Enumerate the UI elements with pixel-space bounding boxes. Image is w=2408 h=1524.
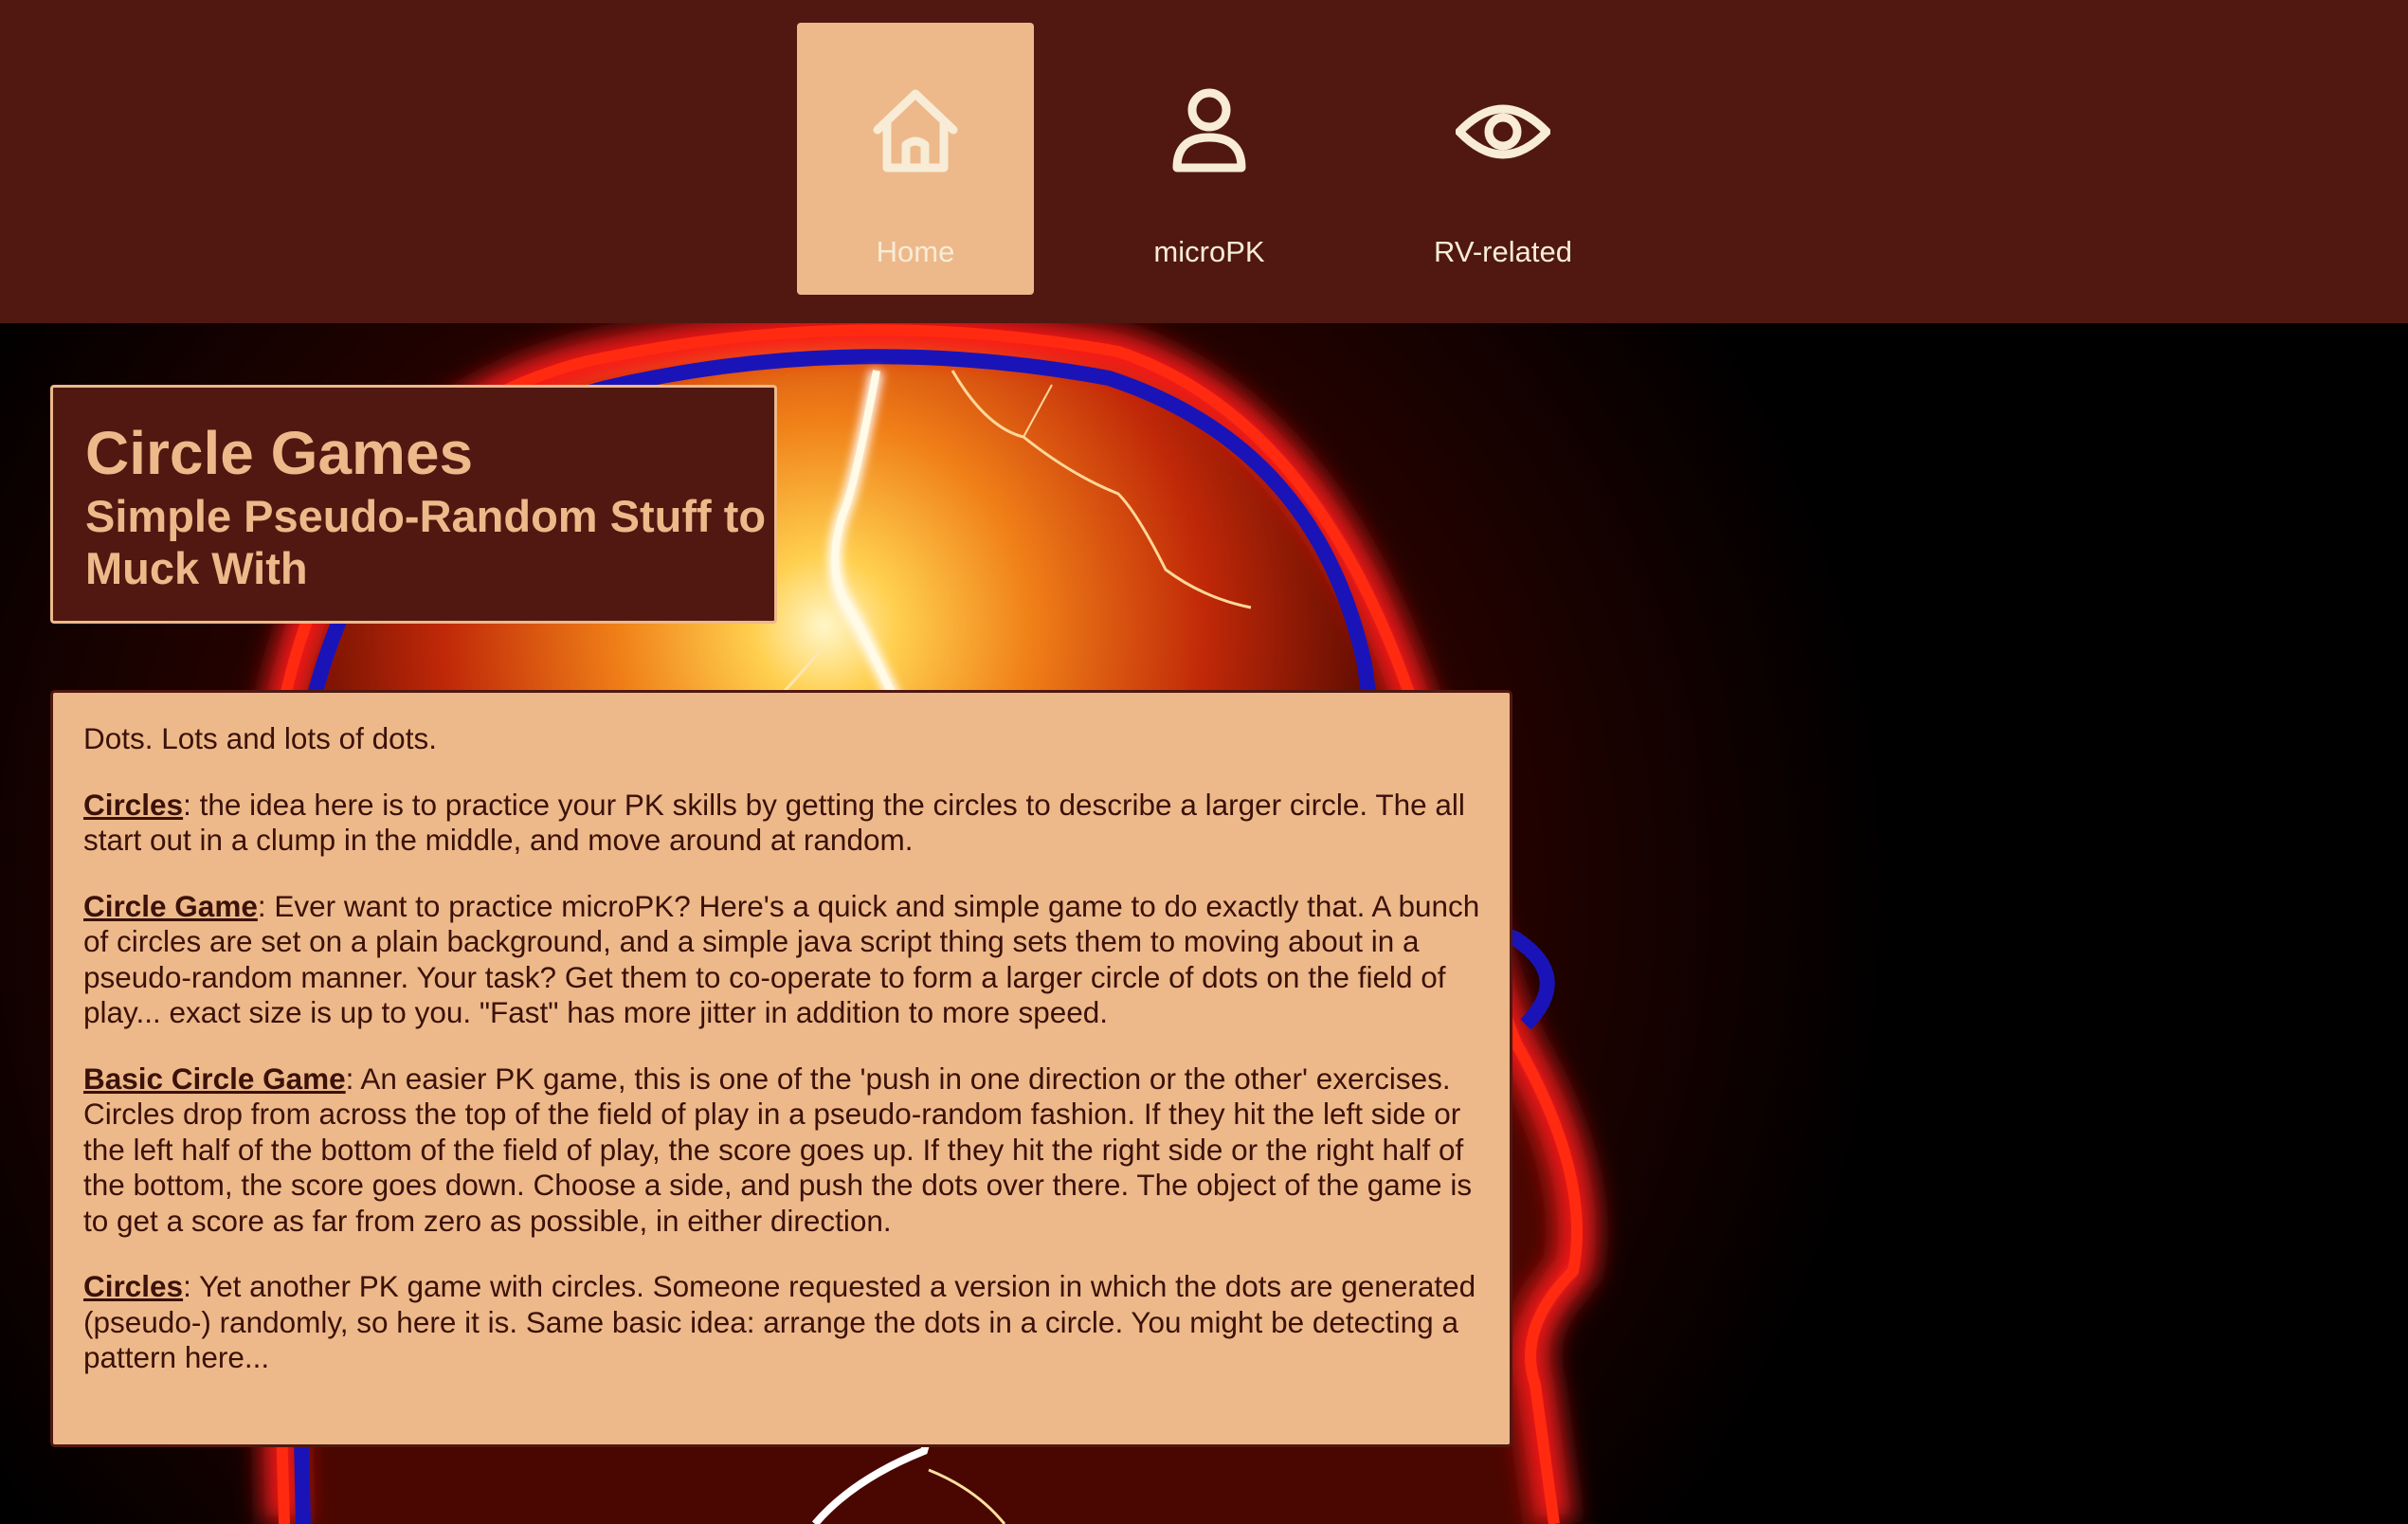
circles-random-link[interactable]: Circles	[83, 1269, 183, 1303]
nav-item-home[interactable]: Home	[797, 23, 1034, 295]
eye-icon	[1456, 104, 1550, 159]
page-subtitle: Simple Pseudo-Random Stuff to Muck With	[85, 491, 767, 593]
intro-text: Dots. Lots and lots of dots.	[83, 721, 437, 755]
entry-circle-game: Circle Game: Ever want to practice micro…	[83, 889, 1481, 1031]
basic-circle-game-link[interactable]: Basic Circle Game	[83, 1061, 346, 1096]
nav-label-micropk: microPK	[1153, 235, 1265, 268]
nav-label-rv-related: RV-related	[1434, 235, 1572, 268]
nav-item-rv-related[interactable]: RV-related	[1385, 23, 1621, 295]
home-icon	[873, 89, 958, 172]
entry-description: : Yet another PK game with circles. Some…	[83, 1269, 1476, 1374]
circles-link[interactable]: Circles	[83, 788, 183, 822]
nav-label-home: Home	[876, 235, 955, 268]
content-panel: Dots. Lots and lots of dots. Circles: th…	[50, 690, 1512, 1447]
user-icon	[1172, 88, 1246, 172]
entry-circles: Circles: the idea here is to practice yo…	[83, 788, 1481, 859]
entry-basic-circle-game: Basic Circle Game: An easier PK game, th…	[83, 1061, 1481, 1240]
entry-description: : Ever want to practice microPK? Here's …	[83, 888, 1480, 1030]
nav-item-micropk[interactable]: microPK	[1091, 23, 1328, 295]
top-nav: Home microPK RV-related	[0, 0, 2408, 323]
entry-circles-random: Circles: Yet another PK game with circle…	[83, 1269, 1481, 1376]
page-title: Circle Games	[85, 419, 474, 487]
page-header: Circle Games Simple Pseudo-Random Stuff …	[50, 385, 777, 624]
entry-description: : the idea here is to practice your PK s…	[83, 787, 1465, 858]
page: Home microPK RV-related Circle Games Sim…	[0, 0, 2408, 1524]
circle-game-link[interactable]: Circle Game	[83, 889, 258, 923]
